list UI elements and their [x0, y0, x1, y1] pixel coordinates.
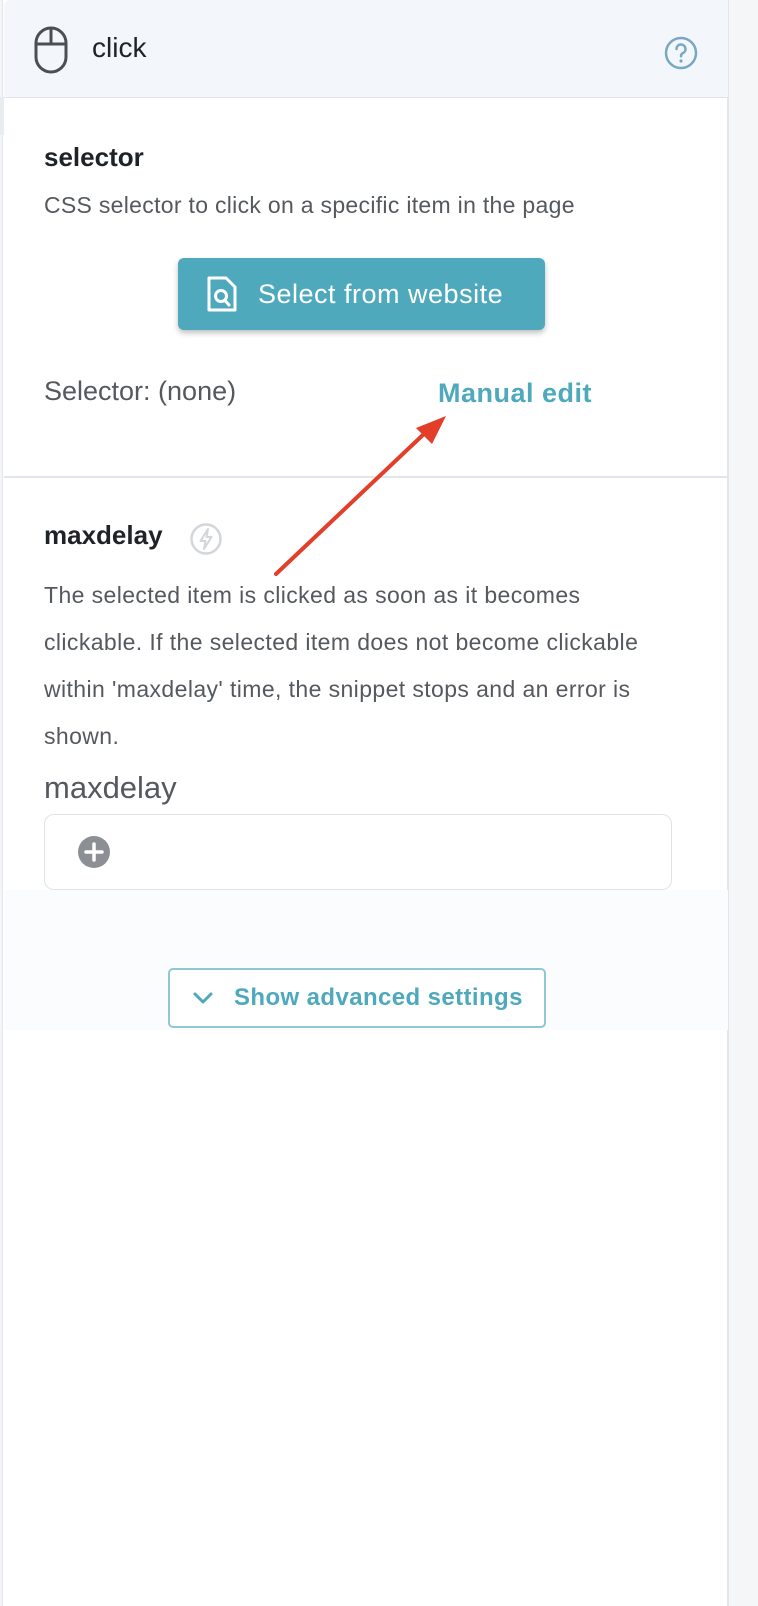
selector-section: selector CSS selector to click on a spec…	[4, 98, 728, 478]
chevron-down-icon	[193, 992, 213, 1004]
select-from-website-button[interactable]: Select from website	[178, 258, 545, 330]
click-panel: click selector CSS selector to click on …	[4, 0, 728, 1606]
maxdelay-input-label: maxdelay	[44, 770, 177, 805]
maxdelay-input[interactable]	[44, 814, 672, 890]
select-from-website-label: Select from website	[258, 278, 504, 309]
manual-edit-link[interactable]: Manual edit	[438, 378, 592, 409]
previous-panel-edge	[0, 0, 3, 1606]
panel-header: click	[4, 0, 728, 98]
plus-circle-icon[interactable]	[77, 835, 111, 869]
click-settings-screen: click selector CSS selector to click on …	[0, 0, 758, 1606]
bolt-icon[interactable]	[189, 522, 223, 556]
mouse-icon	[34, 26, 68, 74]
right-gutter	[728, 0, 758, 1606]
maxdelay-description: The selected item is clicked as soon as …	[44, 582, 639, 749]
show-advanced-settings-button[interactable]: Show advanced settings	[168, 968, 546, 1028]
help-circle-icon[interactable]	[664, 36, 698, 70]
panel-title: click	[92, 32, 147, 63]
maxdelay-title: maxdelay	[44, 520, 163, 550]
advanced-settings-area: Show advanced settings	[4, 890, 728, 1030]
show-advanced-settings-label: Show advanced settings	[234, 984, 523, 1011]
selector-value: Selector: (none)	[44, 376, 237, 406]
selector-description: CSS selector to click on a specific item…	[44, 192, 575, 218]
document-search-icon	[207, 276, 237, 312]
selector-title: selector	[44, 142, 144, 172]
